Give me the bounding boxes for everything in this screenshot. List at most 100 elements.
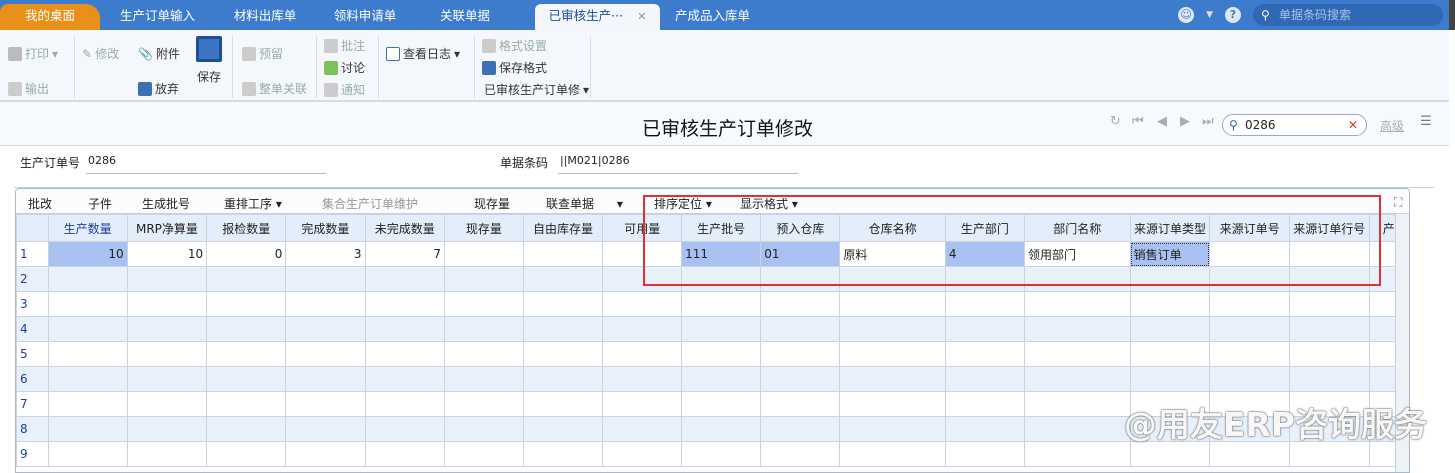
grid-cell[interactable] <box>47 291 128 317</box>
grid-cell[interactable] <box>126 391 208 417</box>
grid-cell[interactable] <box>944 416 1025 442</box>
grid-cell[interactable] <box>1129 341 1211 367</box>
grid-cell[interactable]: 10 <box>47 241 128 267</box>
first-record-icon[interactable]: ⏮ <box>1132 114 1144 129</box>
grid-cell[interactable] <box>47 416 128 442</box>
grid-cell[interactable] <box>1209 316 1290 342</box>
reserve-button[interactable]: 预留 <box>242 45 283 62</box>
grid-cell[interactable] <box>285 341 366 367</box>
grid-cell[interactable] <box>681 291 762 317</box>
grid-cell[interactable] <box>364 416 445 442</box>
grid-cell[interactable] <box>1129 366 1211 392</box>
save-format-button[interactable]: 保存格式 <box>482 59 547 76</box>
grid-cell[interactable] <box>681 366 762 392</box>
grid-cell[interactable]: 10 <box>126 241 208 267</box>
abandon-button[interactable]: 放弃 <box>138 80 179 97</box>
grid-cell[interactable] <box>443 291 524 317</box>
grid-cell[interactable] <box>944 391 1025 417</box>
grid-cell[interactable] <box>1023 366 1131 392</box>
help-icon[interactable]: ? <box>1225 7 1241 23</box>
grid-cell[interactable] <box>443 241 524 267</box>
table-row[interactable]: 5 <box>16 341 1409 367</box>
grid-cell[interactable] <box>1129 316 1211 342</box>
column-header[interactable]: 未完成数量 <box>364 214 445 242</box>
grid-cell[interactable] <box>285 391 366 417</box>
grid-cell[interactable]: 7 <box>364 241 445 267</box>
tab-material-request[interactable]: 领料申请单 <box>315 4 415 30</box>
grid-cell[interactable] <box>47 316 128 342</box>
grid-cell[interactable] <box>206 441 287 467</box>
grid-cell[interactable] <box>1288 341 1370 367</box>
collective-order-button[interactable]: 集合生产订单维护 <box>322 195 418 212</box>
grid-cell[interactable] <box>364 316 445 342</box>
grid-cell[interactable] <box>47 441 128 467</box>
notify-button[interactable]: 通知 <box>324 81 365 98</box>
last-record-icon[interactable]: ⏭ <box>1202 114 1214 129</box>
grid-cell[interactable] <box>126 291 208 317</box>
grid-cell[interactable] <box>1023 391 1131 417</box>
grid-cell[interactable] <box>760 391 841 417</box>
column-header[interactable]: 生产数量 <box>47 214 128 242</box>
grid-cell[interactable] <box>1129 291 1211 317</box>
view-log-button[interactable]: 查看日志 ▾ <box>386 45 460 62</box>
grid-cell[interactable] <box>760 316 841 342</box>
grid-cell[interactable] <box>443 366 524 392</box>
grid-cell[interactable] <box>1288 291 1370 317</box>
query-docs-button[interactable]: 联查单据 ▾ <box>546 195 623 212</box>
grid-cell[interactable] <box>522 366 604 392</box>
annotate-button[interactable]: 批注 <box>324 37 365 54</box>
grid-cell[interactable] <box>522 266 604 292</box>
grid-cell[interactable] <box>760 416 841 442</box>
column-header[interactable]: 现存量 <box>443 214 524 242</box>
link-button[interactable]: 整单关联 <box>242 80 307 97</box>
grid-cell[interactable] <box>839 416 946 442</box>
grid-cell[interactable] <box>1023 316 1131 342</box>
grid-cell[interactable] <box>1023 416 1131 442</box>
grid-cell[interactable] <box>206 391 287 417</box>
tab-finished-goods-inbound[interactable]: 产成品入库单 <box>660 4 765 30</box>
refresh-icon[interactable]: ↻ <box>1110 114 1121 129</box>
grid-cell[interactable] <box>760 366 841 392</box>
grid-cell[interactable] <box>839 441 946 467</box>
generate-batch-button[interactable]: 生成批号 <box>142 195 190 212</box>
grid-cell[interactable] <box>839 316 946 342</box>
grid-cell[interactable] <box>1209 366 1290 392</box>
grid-cell[interactable] <box>443 441 524 467</box>
print-button[interactable]: 打印 ▾ <box>8 45 58 62</box>
save-button[interactable]: 保存 <box>196 36 222 85</box>
discuss-button[interactable]: 讨论 <box>324 59 365 76</box>
expand-icon[interactable]: ⛶ <box>1394 195 1402 210</box>
grid-cell[interactable] <box>839 391 946 417</box>
barcode-search-input[interactable]: ⚲ 单据条码搜索 <box>1253 4 1443 26</box>
tab-approved-order-edit[interactable]: 已审核生产··· ✕ <box>535 4 660 30</box>
record-find-input[interactable]: ⚲ 0286 ✕ <box>1222 114 1367 136</box>
grid-cell[interactable] <box>1288 366 1370 392</box>
grid-cell[interactable] <box>126 366 208 392</box>
grid-cell[interactable] <box>443 416 524 442</box>
batch-edit-button[interactable]: 批改 <box>28 195 52 212</box>
grid-cell[interactable] <box>944 291 1025 317</box>
grid-cell[interactable] <box>126 266 208 292</box>
grid-cell[interactable] <box>1209 341 1290 367</box>
column-header[interactable]: 报检数量 <box>206 214 287 242</box>
grid-cell[interactable] <box>1023 441 1131 467</box>
grid-cell[interactable] <box>681 441 762 467</box>
grid-cell[interactable] <box>681 316 762 342</box>
grid-cell[interactable] <box>944 366 1025 392</box>
grid-cell[interactable] <box>522 241 604 267</box>
table-row[interactable]: 6 <box>16 366 1409 392</box>
grid-cell[interactable] <box>206 316 287 342</box>
grid-cell[interactable] <box>681 416 762 442</box>
grid-cell[interactable] <box>364 266 445 292</box>
format-select[interactable]: 已审核生产订单修 ▾ <box>484 81 589 98</box>
grid-cell[interactable] <box>522 391 604 417</box>
grid-cell[interactable] <box>206 416 287 442</box>
grid-cell[interactable] <box>839 341 946 367</box>
attach-button[interactable]: 📎 附件 <box>138 45 180 62</box>
smiley-icon[interactable]: ☺ <box>1178 7 1195 23</box>
grid-cell[interactable]: 3 <box>285 241 366 267</box>
grid-cell[interactable] <box>47 366 128 392</box>
export-button[interactable]: 输出 <box>8 80 49 97</box>
grid-cell[interactable] <box>47 341 128 367</box>
grid-cell[interactable] <box>944 441 1025 467</box>
